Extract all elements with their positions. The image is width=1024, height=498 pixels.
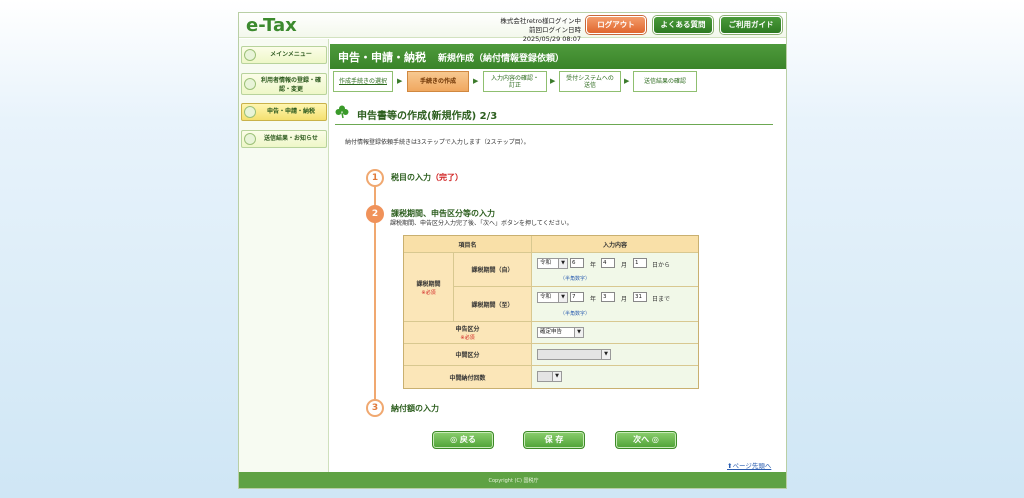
sidebar-item-label: 申告・申請・納税 — [266, 108, 315, 115]
step-arrow-icon: ▶ — [397, 77, 403, 85]
to-year-input[interactable]: 7 — [570, 292, 584, 302]
footer: Copyright (C) 国税庁 — [239, 472, 786, 488]
month-unit: 月 — [621, 296, 628, 303]
title-bar: 申告・申請・納税 新規作成（納付情報登録依頼） — [330, 44, 786, 69]
period-to-label: 課税期間（至） — [454, 287, 532, 322]
from-year-input[interactable]: 6 — [570, 258, 584, 268]
from-day-input[interactable]: 1 — [633, 258, 647, 268]
sidebar-item-results[interactable]: 送信結果・お知らせ — [241, 130, 327, 148]
sidebar-item-label: メインメニュー — [270, 51, 312, 58]
guide-button[interactable]: ご利用ガイド — [720, 16, 782, 34]
step-create-procedure: 手続きの作成 — [407, 71, 469, 92]
user-info: 株式会社retro様ログイン中 前回ログイン日時 2025/05/29 08:0… — [489, 17, 588, 44]
interim-count-label: 中間納付回数 — [404, 366, 532, 388]
step-1-status: （完了） — [431, 173, 463, 182]
faq-button[interactable]: よくある質問 — [653, 16, 713, 34]
document-icon — [244, 106, 256, 118]
year-unit: 年 — [590, 262, 597, 269]
chevron-down-icon: ▼ — [558, 293, 567, 302]
back-button[interactable]: ◎ 戻る — [432, 431, 494, 449]
save-button[interactable]: 保 存 — [523, 431, 585, 449]
page-title: 申告・申請・納税 — [338, 51, 426, 64]
era-value: 令和 — [540, 260, 552, 266]
step-arrow-icon: ▶ — [550, 77, 556, 85]
to-day-input[interactable]: 31 — [633, 292, 647, 302]
step-marker-2: 2 — [366, 205, 384, 223]
day-to-unit: 日まで — [652, 296, 671, 303]
declaration-select[interactable]: 確定申告 ▼ — [537, 327, 584, 338]
next-button[interactable]: 次へ ◎ — [615, 431, 677, 449]
clover-icon — [335, 105, 349, 119]
period-group-text: 課税期間 — [416, 280, 441, 288]
sidebar-item-label: 送信結果・お知らせ — [264, 135, 318, 142]
app-frame: e-Tax 株式会社retro様ログイン中 前回ログイン日時 2025/05/2… — [238, 12, 787, 489]
column-header-item: 項目名 — [404, 236, 532, 253]
step-arrow-icon: ▶ — [624, 77, 630, 85]
step-marker-3: 3 — [366, 399, 384, 417]
interim-label: 中間区分 — [404, 344, 532, 366]
period-from-inputs: 令和 ▼ 6 年 4 月 1 日から （半角数字） — [532, 253, 698, 287]
chevron-down-icon: ▼ — [574, 328, 583, 337]
section-heading: 申告書等の作成(新規作成) 2/3 — [335, 105, 773, 125]
step-3-label: 納付額の入力 — [391, 404, 439, 413]
declaration-value: 確定申告 — [540, 329, 563, 335]
page-top-label: ページ先頭へ — [732, 462, 772, 470]
period-to-inputs: 令和 ▼ 7 年 3 月 31 日まで （半角数字） — [532, 287, 698, 322]
sidebar-item-label: 利用者情報の登録・確認・変更 — [260, 77, 321, 93]
interim-count-select[interactable]: ▼ — [537, 371, 562, 382]
from-month-input[interactable]: 4 — [601, 258, 615, 268]
user-icon — [244, 78, 256, 90]
step-check-result: 送信結果の確認 — [633, 71, 697, 92]
step-2-instruction: 課税期間、申告区分入力完了後、「次へ」ボタンを押してください。 — [390, 220, 573, 227]
step-1-text: 税目の入力 — [391, 173, 431, 182]
sidebar-item-user-info[interactable]: 利用者情報の登録・確認・変更 — [241, 73, 327, 95]
era-value: 令和 — [540, 294, 552, 300]
declaration-text: 申告区分 — [455, 326, 480, 333]
page-subtitle: 新規作成（納付情報登録依頼） — [438, 54, 565, 64]
declaration-label: 申告区分 ※必須 — [404, 322, 532, 344]
home-icon — [244, 49, 256, 61]
page-top-link[interactable]: ⬆ページ先頭へ — [727, 460, 771, 470]
halfwidth-hint: （半角数字） — [560, 276, 591, 282]
chevron-down-icon: ▼ — [552, 372, 561, 381]
sidebar-item-main-menu[interactable]: メインメニュー — [241, 46, 327, 64]
sidebar-item-declaration[interactable]: 申告・申請・納税 — [241, 103, 327, 121]
interim-select[interactable]: ▼ — [537, 349, 611, 360]
sidebar: メインメニュー 利用者情報の登録・確認・変更 申告・申請・納税 送信結果・お知ら… — [239, 39, 329, 488]
header: e-Tax 株式会社retro様ログイン中 前回ログイン日時 2025/05/2… — [239, 13, 786, 43]
halfwidth-hint: （半角数字） — [560, 311, 591, 317]
step-select-procedure[interactable]: 作成手続きの選択 — [333, 71, 393, 92]
era-select-from[interactable]: 令和 ▼ — [537, 258, 568, 269]
step-send: 受付システムへの送信 — [559, 71, 621, 92]
last-login: 前回ログイン日時 2025/05/29 08:07 — [522, 26, 588, 43]
day-from-unit: 日から — [652, 262, 671, 269]
heading-text: 申告書等の作成(新規作成) 2/3 — [357, 111, 498, 122]
declaration-cell: 確定申告 ▼ — [532, 322, 698, 344]
intro-text: 納付情報登録依頼手続きは3ステップで入力します（2ステップ目）。 — [345, 139, 530, 146]
interim-cell: ▼ — [532, 344, 698, 366]
period-group-label: 課税期間 ※必須 — [404, 253, 454, 322]
period-from-label: 課税期間（自） — [454, 253, 532, 287]
chevron-down-icon: ▼ — [558, 259, 567, 268]
step-arrow-icon: ▶ — [473, 77, 479, 85]
chevron-down-icon: ▼ — [601, 350, 610, 359]
step-marker-1: 1 — [366, 169, 384, 187]
mail-icon — [244, 133, 256, 145]
etax-logo[interactable]: e-Tax — [246, 15, 297, 36]
step-confirm-edit: 入力内容の確認・訂正 — [483, 71, 547, 92]
required-mark: ※必須 — [460, 335, 475, 341]
era-select-to[interactable]: 令和 ▼ — [537, 292, 568, 303]
month-unit: 月 — [621, 262, 628, 269]
interim-count-cell: ▼ — [532, 366, 698, 388]
logout-button[interactable]: ログアウト — [586, 16, 646, 34]
required-mark: ※必須 — [421, 289, 436, 296]
user-name: 株式会社retro様ログイン中 — [500, 17, 581, 25]
year-unit: 年 — [590, 296, 597, 303]
input-form-table: 項目名 入力内容 課税期間 ※必須 課税期間（自） 課税期間（至） 令和 ▼ 6 … — [403, 235, 699, 389]
step-1-label: 税目の入力（完了） — [391, 172, 463, 183]
to-month-input[interactable]: 3 — [601, 292, 615, 302]
column-header-input: 入力内容 — [532, 236, 698, 253]
